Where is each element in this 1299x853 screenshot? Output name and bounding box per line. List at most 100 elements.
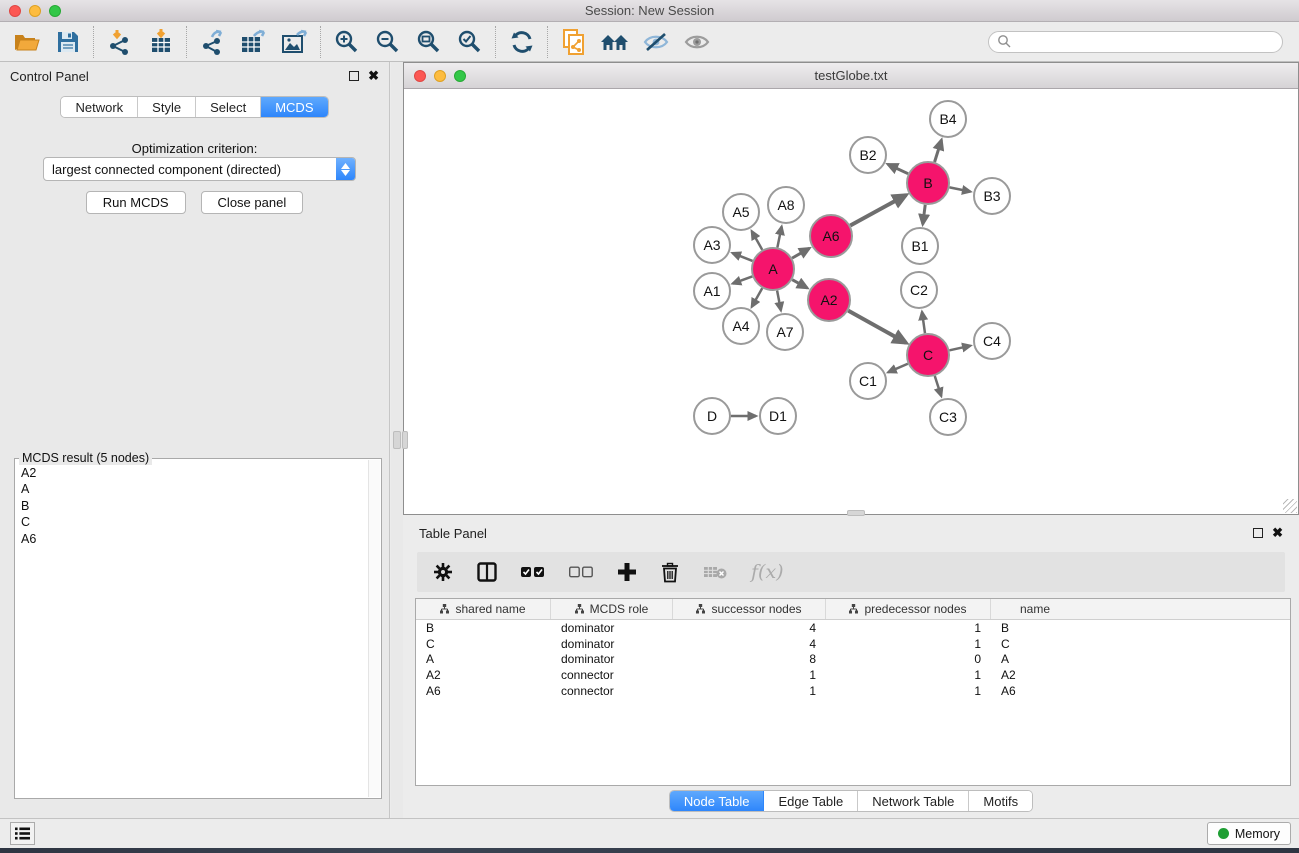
- table-row[interactable]: A2connector11A2: [416, 667, 1290, 683]
- table-cell[interactable]: B: [416, 620, 551, 636]
- bottom-splitter-handle[interactable]: [847, 510, 865, 516]
- tab-network-table[interactable]: Network Table: [858, 791, 969, 811]
- edge-A-A6[interactable]: [792, 248, 809, 258]
- table-cell[interactable]: 1: [826, 683, 991, 699]
- table-cell[interactable]: dominator: [551, 636, 673, 652]
- table-cell[interactable]: connector: [551, 667, 673, 683]
- tab-node-table[interactable]: Node Table: [670, 791, 765, 811]
- network-graph[interactable]: B4B2BB3A5A8A6B1A3AA1C2A2A4A7C4CC1C3DD1: [404, 89, 1298, 514]
- column-header-shared-name[interactable]: shared name: [416, 599, 551, 619]
- table-cell[interactable]: dominator: [551, 620, 673, 636]
- left-splitter-handle[interactable]: [402, 431, 408, 449]
- select-all-icon[interactable]: [521, 566, 545, 578]
- hide-selected-icon[interactable]: [635, 25, 676, 59]
- mcds-result-item[interactable]: A: [21, 481, 368, 497]
- task-history-button[interactable]: [10, 822, 35, 845]
- mcds-result-list[interactable]: A2ABCA6: [16, 460, 368, 797]
- table-row[interactable]: Cdominator41C: [416, 636, 1290, 652]
- table-header[interactable]: shared nameMCDS rolesuccessor nodesprede…: [416, 599, 1290, 620]
- export-table-icon[interactable]: [233, 25, 274, 59]
- tab-edge-table[interactable]: Edge Table: [764, 791, 858, 811]
- table-cell[interactable]: A: [416, 652, 551, 668]
- edge-B-B4[interactable]: [935, 140, 942, 162]
- network-maximize-button[interactable]: [454, 70, 466, 82]
- search-input[interactable]: [988, 31, 1283, 53]
- table-float-panel-icon[interactable]: [1253, 528, 1263, 538]
- edge-A-A5[interactable]: [752, 231, 762, 250]
- show-all-icon[interactable]: [676, 25, 717, 59]
- table-cell[interactable]: 1: [826, 620, 991, 636]
- table-cell[interactable]: dominator: [551, 652, 673, 668]
- export-network-icon[interactable]: [192, 25, 233, 59]
- network-canvas[interactable]: B4B2BB3A5A8A6B1A3AA1C2A2A4A7C4CC1C3DD1: [404, 89, 1298, 514]
- gear-icon[interactable]: [433, 562, 453, 582]
- splitter-handle[interactable]: [393, 431, 401, 449]
- edge-A-A3[interactable]: [732, 253, 752, 261]
- tab-network[interactable]: Network: [61, 97, 138, 117]
- mcds-list-scrollbar[interactable]: [368, 460, 380, 797]
- network-close-button[interactable]: [414, 70, 426, 82]
- column-header-predecessor-nodes[interactable]: predecessor nodes: [826, 599, 991, 619]
- import-network-icon[interactable]: [99, 25, 140, 59]
- mcds-result-item[interactable]: C: [21, 514, 368, 530]
- network-minimize-button[interactable]: [434, 70, 446, 82]
- table-close-panel-icon[interactable]: ✖: [1272, 528, 1283, 538]
- edge-C-C3[interactable]: [935, 376, 941, 396]
- table-cell[interactable]: A2: [991, 667, 1079, 683]
- float-panel-icon[interactable]: [349, 71, 359, 81]
- table-row[interactable]: Bdominator41B: [416, 620, 1290, 636]
- resize-grip-icon[interactable]: [1283, 499, 1297, 513]
- close-panel-button[interactable]: Close panel: [201, 191, 304, 214]
- import-table-icon[interactable]: [140, 25, 181, 59]
- zoom-in-icon[interactable]: [326, 25, 367, 59]
- refresh-icon[interactable]: [501, 25, 542, 59]
- new-network-from-selection-icon[interactable]: [553, 25, 594, 59]
- edge-C-C4[interactable]: [949, 346, 970, 351]
- zoom-fit-icon[interactable]: [408, 25, 449, 59]
- table-cell[interactable]: 1: [673, 683, 826, 699]
- open-file-icon[interactable]: [6, 25, 47, 59]
- close-window-button[interactable]: [9, 5, 21, 17]
- optimization-criterion-dropdown[interactable]: largest connected component (directed): [43, 157, 356, 181]
- edge-C-C2[interactable]: [922, 312, 925, 333]
- edge-A-A4[interactable]: [752, 288, 762, 307]
- window-controls[interactable]: [9, 5, 61, 17]
- edge-B-B3[interactable]: [950, 187, 971, 191]
- table-cell[interactable]: 0: [826, 652, 991, 668]
- deselect-all-icon[interactable]: [569, 566, 593, 578]
- table-cell[interactable]: C: [416, 636, 551, 652]
- edge-C-C1[interactable]: [888, 364, 908, 373]
- zoom-selected-icon[interactable]: [449, 25, 490, 59]
- table-cell[interactable]: 1: [673, 667, 826, 683]
- edge-B-B2[interactable]: [888, 164, 908, 173]
- minimize-window-button[interactable]: [29, 5, 41, 17]
- network-window-controls[interactable]: [414, 70, 466, 82]
- memory-button[interactable]: Memory: [1207, 822, 1291, 845]
- table-cell[interactable]: C: [991, 636, 1079, 652]
- table-cell[interactable]: 4: [673, 636, 826, 652]
- table-row[interactable]: A6connector11A6: [416, 683, 1290, 699]
- save-session-icon[interactable]: [47, 25, 88, 59]
- table-cell[interactable]: B: [991, 620, 1079, 636]
- table-cell[interactable]: 8: [673, 652, 826, 668]
- mcds-result-item[interactable]: A6: [21, 531, 368, 547]
- table-cell[interactable]: A: [991, 652, 1079, 668]
- tab-style[interactable]: Style: [138, 97, 196, 117]
- add-column-icon[interactable]: [617, 562, 637, 582]
- mcds-result-item[interactable]: A2: [21, 465, 368, 481]
- edge-A-A2[interactable]: [792, 280, 807, 288]
- close-panel-icon[interactable]: ✖: [368, 71, 379, 81]
- table-cell[interactable]: connector: [551, 683, 673, 699]
- run-mcds-button[interactable]: Run MCDS: [86, 191, 186, 214]
- delete-column-icon[interactable]: [661, 562, 679, 583]
- column-header-MCDS-role[interactable]: MCDS role: [551, 599, 673, 619]
- edge-A2-C[interactable]: [848, 311, 906, 343]
- maximize-window-button[interactable]: [49, 5, 61, 17]
- edge-A-A8[interactable]: [777, 227, 781, 248]
- table-row[interactable]: Adominator80A: [416, 652, 1290, 668]
- edge-B-B1[interactable]: [923, 205, 925, 224]
- column-view-icon[interactable]: [477, 562, 497, 582]
- first-neighbors-icon[interactable]: [594, 25, 635, 59]
- table-cell[interactable]: A2: [416, 667, 551, 683]
- mcds-result-item[interactable]: B: [21, 498, 368, 514]
